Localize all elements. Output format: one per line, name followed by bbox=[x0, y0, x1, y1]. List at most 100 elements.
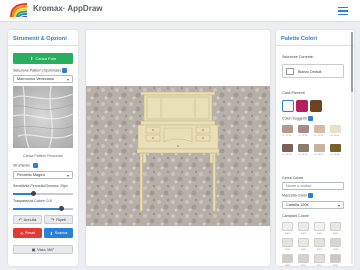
suggested-color-swatch[interactable] bbox=[314, 125, 325, 133]
opacity-slider[interactable] bbox=[13, 206, 73, 211]
palette-label: Mazzetta Colori bbox=[282, 193, 313, 198]
undo-label: Annulla bbox=[23, 217, 37, 222]
cube-icon: ▣ bbox=[31, 248, 36, 252]
marble-pattern-preview[interactable] bbox=[13, 86, 73, 148]
rainbow-logo-icon bbox=[10, 3, 28, 18]
recent-color-swatch[interactable] bbox=[282, 100, 294, 112]
suggested-color-code: CC 14-16 bbox=[282, 154, 292, 156]
redo-button[interactable]: ↷ Ripeti bbox=[44, 215, 73, 224]
sample-color-swatch[interactable] bbox=[330, 254, 341, 263]
download-button[interactable]: ⬇ Scarica bbox=[44, 228, 73, 238]
brush-size-thumb[interactable] bbox=[30, 191, 36, 196]
samples-label: Campioni Colore bbox=[282, 214, 309, 218]
sample-color-swatch[interactable] bbox=[298, 238, 309, 247]
suggested-colors-label-text: Colori Suggeriti bbox=[282, 116, 307, 121]
redo-label: Ripeti bbox=[56, 217, 66, 222]
tool-label: Strumento bbox=[13, 163, 38, 168]
pattern-select-value: Marmorino Veneziano bbox=[17, 77, 54, 81]
search-color-input[interactable] bbox=[282, 182, 344, 190]
chevron-down-icon: ▾ bbox=[337, 203, 340, 208]
sample-color-swatch[interactable] bbox=[314, 222, 325, 231]
tool-select[interactable]: Pennello Magico ▾ bbox=[13, 171, 73, 179]
sample-color-code: 0004 bbox=[333, 233, 338, 235]
desk-photo-canvas[interactable] bbox=[86, 86, 270, 226]
view-360-button[interactable]: ▣ Vista 360° bbox=[13, 245, 73, 254]
opacity-thumb[interactable] bbox=[58, 206, 64, 211]
palette-panel-title: Palette Colori bbox=[276, 30, 354, 46]
sample-color-swatch[interactable] bbox=[282, 254, 293, 263]
sample-color-code: 0001 bbox=[285, 233, 290, 235]
sample-color-code: 0010 bbox=[301, 265, 306, 267]
search-color-label: Cerca Colore bbox=[282, 176, 304, 180]
redo-icon: ↷ bbox=[51, 218, 55, 222]
reset-button[interactable]: ⟲ Reset bbox=[13, 228, 42, 238]
current-color-swatch bbox=[286, 68, 294, 75]
recent-colors-label: Colori Recenti bbox=[282, 91, 305, 95]
suggested-color-swatch[interactable] bbox=[282, 125, 293, 133]
sample-color-swatch[interactable] bbox=[314, 254, 325, 263]
suggested-color-swatch[interactable] bbox=[314, 144, 325, 152]
sample-color-code: 0007 bbox=[317, 249, 322, 251]
chevron-down-icon: ▾ bbox=[66, 173, 69, 178]
suggested-color-swatch[interactable] bbox=[330, 125, 341, 133]
palette-label-text: Mazzetta Colori bbox=[282, 193, 307, 198]
suggested-colors-label: Colori Suggeriti bbox=[282, 116, 313, 121]
view-360-label: Vista 360° bbox=[37, 247, 55, 252]
sample-color-code: 0009 bbox=[285, 265, 290, 267]
suggested-color-code: CC 10-14 bbox=[330, 135, 340, 137]
reset-label: Reset bbox=[25, 231, 36, 235]
tool-label-text: Strumento bbox=[13, 163, 30, 168]
palette-select-value: Cartella 120K bbox=[286, 203, 310, 207]
sample-color-code: 0008 bbox=[333, 249, 338, 251]
download-label: Scarica bbox=[54, 231, 68, 235]
sample-color-swatch[interactable] bbox=[298, 254, 309, 263]
suggested-color-swatch[interactable] bbox=[330, 144, 341, 152]
download-icon: ⬇ bbox=[49, 231, 53, 236]
palette-select[interactable]: Cartella 120K ▾ bbox=[282, 201, 344, 209]
info-icon[interactable] bbox=[307, 116, 313, 121]
sample-color-code: 0006 bbox=[301, 249, 306, 251]
sample-color-code: 0005 bbox=[285, 249, 290, 251]
opacity-label: Trasparenza Colore: 0.8 bbox=[13, 199, 52, 203]
suggested-color-swatch[interactable] bbox=[298, 125, 309, 133]
sample-color-swatch[interactable] bbox=[330, 222, 341, 231]
current-color-name: Bianco Default bbox=[298, 70, 322, 74]
sample-color-swatch[interactable] bbox=[314, 238, 325, 247]
recent-color-swatch[interactable] bbox=[296, 100, 308, 112]
sample-color-swatch[interactable] bbox=[330, 238, 341, 247]
info-icon[interactable] bbox=[307, 193, 313, 198]
sample-color-code: 0003 bbox=[317, 233, 322, 235]
reset-icon: ⟲ bbox=[19, 231, 24, 236]
brush-size-label: Sensitività Pennello/Gomma: 20px bbox=[13, 184, 68, 188]
sample-color-code: 0011 bbox=[317, 265, 322, 267]
suggested-color-code: CC 14-18 bbox=[298, 154, 308, 156]
sample-color-swatch[interactable] bbox=[282, 238, 293, 247]
upload-photo-button[interactable]: ⬆ Carica Foto bbox=[13, 53, 73, 64]
suggested-color-swatch[interactable] bbox=[282, 144, 293, 152]
pattern-select[interactable]: Marmorino Veneziano ▾ bbox=[13, 75, 73, 83]
info-icon[interactable] bbox=[32, 163, 38, 168]
suggested-color-code: CC 12-15 bbox=[314, 135, 324, 137]
brush-size-slider[interactable] bbox=[13, 191, 73, 196]
chevron-down-icon: ▾ bbox=[66, 77, 69, 82]
undo-icon: ↶ bbox=[18, 218, 22, 222]
undo-button[interactable]: ↶ Annulla bbox=[13, 215, 42, 224]
sample-color-swatch[interactable] bbox=[282, 222, 293, 231]
tools-panel-title: Strumenti & Opzioni bbox=[8, 30, 78, 46]
info-icon[interactable] bbox=[61, 68, 67, 73]
tool-select-value: Pennello Magico bbox=[17, 173, 46, 177]
upload-icon: ⬆ bbox=[29, 56, 34, 61]
palette-scroll-thumb[interactable] bbox=[351, 32, 353, 92]
sample-color-code: 0012 bbox=[333, 265, 338, 267]
suggested-color-code: CC 16-08 bbox=[330, 154, 340, 156]
suggested-color-code: CC 12-18 bbox=[298, 135, 308, 137]
opacity-fill bbox=[13, 208, 61, 210]
recent-color-swatch[interactable] bbox=[310, 100, 322, 112]
upload-photo-label: Carica Foto bbox=[35, 56, 57, 61]
top-bar: Kromax· AppDraw bbox=[0, 0, 360, 22]
sample-color-swatch[interactable] bbox=[298, 222, 309, 231]
current-selection-label: Selezione Corrente: bbox=[282, 55, 314, 59]
pattern-caption: Carica Pattern Personale bbox=[23, 154, 64, 158]
suggested-color-swatch[interactable] bbox=[298, 144, 309, 152]
hamburger-menu-icon[interactable] bbox=[338, 7, 348, 15]
